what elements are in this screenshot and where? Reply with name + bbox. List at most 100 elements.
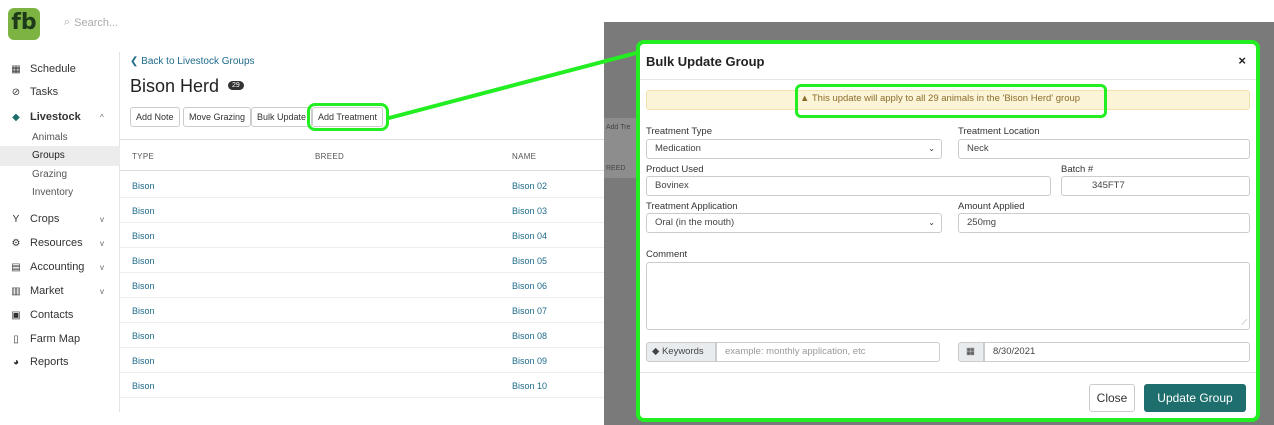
- backdrop-obscured-content: Add Tre REED: [604, 118, 640, 178]
- cell-name[interactable]: Bison 03: [512, 206, 547, 216]
- pie-chart-icon: ◕: [12, 356, 20, 368]
- cell-name[interactable]: Bison 06: [512, 281, 547, 291]
- close-icon[interactable]: ×: [1238, 53, 1246, 68]
- cell-name[interactable]: Bison 10: [512, 381, 547, 391]
- cell-name[interactable]: Bison 09: [512, 356, 547, 366]
- table-row[interactable]: Bison Bison 05: [120, 248, 610, 273]
- treatment-type-value: Medication: [655, 143, 701, 154]
- sidebar-item-resources[interactable]: ⚙ Resources v: [0, 232, 120, 254]
- modal-title: Bulk Update Group: [646, 54, 765, 69]
- sidebar-item-label: Market: [30, 285, 64, 297]
- sidebar-item-schedule[interactable]: ▦ Schedule: [0, 58, 120, 80]
- sidebar-subitem-label: Animals: [32, 132, 68, 143]
- treatment-location-label: Treatment Location: [958, 126, 1040, 137]
- keywords-addon-label: Keywords: [661, 346, 704, 357]
- sidebar-subitem-label: Groups: [32, 150, 65, 161]
- column-header-breed[interactable]: BREED: [315, 152, 344, 161]
- chevron-down-icon: ⌄: [928, 144, 935, 153]
- sidebar: ▦ Schedule ⊘ Tasks ◆ Livestock ^ Animals…: [0, 52, 120, 412]
- cell-type[interactable]: Bison: [132, 281, 155, 291]
- batch-label: Batch #: [1061, 164, 1094, 175]
- resize-handle-icon[interactable]: ⟋: [1241, 318, 1247, 328]
- bulk-update-modal: Bulk Update Group × ▲ This update will a…: [636, 40, 1260, 422]
- sidebar-subitem-grazing[interactable]: Grazing: [0, 165, 120, 185]
- cell-type[interactable]: Bison: [132, 231, 155, 241]
- sidebar-subitem-label: Grazing: [32, 169, 68, 180]
- sidebar-item-label: Resources: [30, 237, 83, 249]
- sidebar-item-market[interactable]: ▥ Market v: [0, 280, 120, 302]
- table-row[interactable]: Bison Bison 08: [120, 323, 610, 348]
- cell-name[interactable]: Bison 04: [512, 231, 547, 241]
- chevron-down-icon: v: [100, 214, 104, 224]
- chevron-down-icon: v: [100, 262, 104, 272]
- table-row[interactable]: Bison Bison 09: [120, 348, 610, 373]
- contact-card-icon: ▣: [11, 309, 21, 321]
- sidebar-item-accounting[interactable]: ▤ Accounting v: [0, 256, 120, 278]
- sidebar-item-crops[interactable]: Y Crops v: [0, 208, 120, 230]
- sidebar-item-label: Schedule: [30, 63, 76, 75]
- sidebar-item-livestock[interactable]: ◆ Livestock ^: [0, 106, 120, 128]
- cell-name[interactable]: Bison 02: [512, 181, 547, 191]
- batch-input[interactable]: 345FT7: [1061, 176, 1250, 196]
- sidebar-item-reports[interactable]: ◕ Reports: [0, 351, 120, 373]
- sidebar-subitem-animals[interactable]: Animals: [0, 128, 120, 148]
- page-title: Bison Herd: [130, 76, 220, 96]
- table-row[interactable]: Bison Bison 03: [120, 198, 610, 223]
- cell-type[interactable]: Bison: [132, 181, 155, 191]
- tractor-icon: ⚙: [11, 237, 21, 249]
- table-row[interactable]: Bison Bison 06: [120, 273, 610, 298]
- cell-type[interactable]: Bison: [132, 256, 155, 266]
- update-group-button[interactable]: Update Group: [1144, 384, 1246, 412]
- sidebar-subitem-groups[interactable]: Groups: [0, 146, 120, 166]
- close-button[interactable]: Close: [1089, 384, 1135, 412]
- back-to-groups-link[interactable]: ❮ Back to Livestock Groups: [130, 56, 255, 67]
- map-icon: ▯: [13, 333, 19, 345]
- sidebar-item-farm-map[interactable]: ▯ Farm Map: [0, 328, 120, 350]
- sidebar-item-label: Livestock: [30, 111, 81, 123]
- sidebar-item-label: Crops: [30, 213, 60, 225]
- farmbrite-logo[interactable]: fb: [8, 8, 40, 40]
- cell-type[interactable]: Bison: [132, 356, 155, 366]
- amount-applied-input[interactable]: 250mg: [958, 213, 1250, 233]
- keywords-input[interactable]: example: monthly application, etc: [716, 342, 940, 362]
- comment-label: Comment: [646, 249, 688, 260]
- column-header-name[interactable]: NAME: [512, 152, 536, 161]
- bulk-update-button[interactable]: Bulk Update: [251, 107, 313, 127]
- comment-textarea[interactable]: ⟋: [646, 262, 1250, 330]
- keywords-placeholder: example: monthly application, etc: [725, 346, 866, 357]
- cell-type[interactable]: Bison: [132, 206, 155, 216]
- cell-name[interactable]: Bison 08: [512, 331, 547, 341]
- date-input[interactable]: 8/30/2021: [984, 342, 1250, 362]
- chevron-down-icon: v: [100, 286, 104, 296]
- table-header: TYPE BREED NAME: [120, 139, 610, 171]
- treatment-location-input[interactable]: Neck: [958, 139, 1250, 159]
- search-icon: ⌕: [64, 16, 71, 28]
- cell-type[interactable]: Bison: [132, 331, 155, 341]
- table-row[interactable]: Bison Bison 04: [120, 223, 610, 248]
- table-row[interactable]: Bison Bison 07: [120, 298, 610, 323]
- sidebar-item-contacts[interactable]: ▣ Contacts: [0, 304, 120, 326]
- treatment-type-select[interactable]: Medication ⌄: [646, 139, 942, 159]
- cell-type[interactable]: Bison: [132, 306, 155, 316]
- calendar-icon: ▦: [11, 63, 21, 75]
- treatment-application-select[interactable]: Oral (in the mouth) ⌄: [646, 213, 942, 233]
- column-header-type[interactable]: TYPE: [132, 152, 154, 161]
- livestock-icon: ◆: [12, 111, 20, 123]
- move-grazing-button[interactable]: Move Grazing: [183, 107, 252, 127]
- search-box[interactable]: ⌕ Search...: [64, 16, 118, 29]
- cell-type[interactable]: Bison: [132, 381, 155, 391]
- table-row[interactable]: Bison Bison 10: [120, 373, 610, 398]
- calculator-icon: ▤: [11, 261, 21, 273]
- product-used-input[interactable]: Bovinex: [646, 176, 1051, 196]
- highlight-add-treatment: [307, 103, 389, 131]
- sidebar-subitem-inventory[interactable]: Inventory: [0, 183, 120, 203]
- calendar-addon: ▦: [958, 342, 984, 362]
- treatment-application-value: Oral (in the mouth): [655, 217, 735, 228]
- cell-name[interactable]: Bison 07: [512, 306, 547, 316]
- sidebar-item-tasks[interactable]: ⊘ Tasks: [0, 81, 120, 103]
- sidebar-item-label: Reports: [30, 356, 69, 368]
- table-row[interactable]: Bison Bison 02: [120, 173, 610, 198]
- add-note-button[interactable]: Add Note: [130, 107, 180, 127]
- cell-name[interactable]: Bison 05: [512, 256, 547, 266]
- obscured-column-text: REED: [606, 165, 626, 172]
